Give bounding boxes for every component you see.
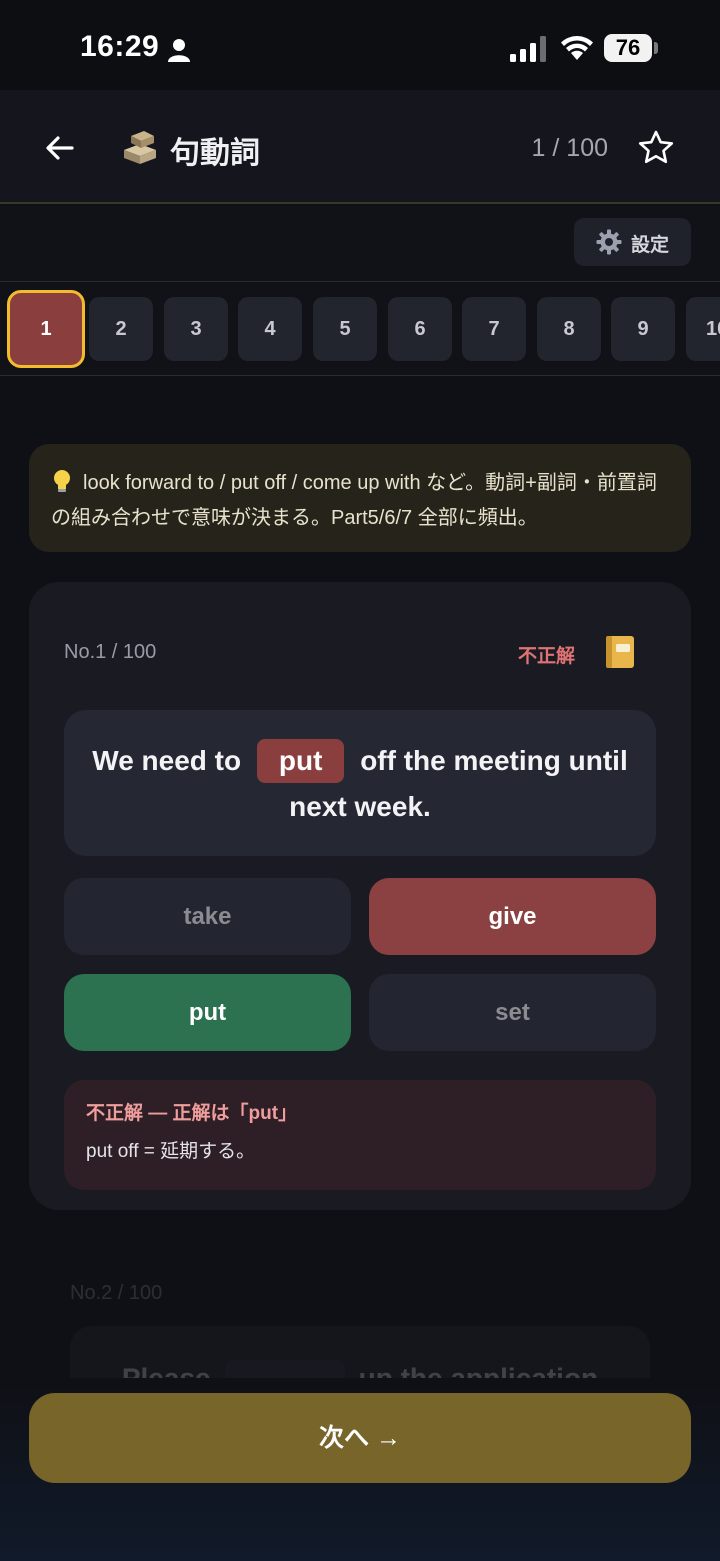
next-button[interactable]: 次へ →: [29, 1393, 691, 1483]
building-blocks-icon: [124, 131, 156, 164]
option-button-put[interactable]: put: [64, 974, 351, 1051]
settings-row: 設定: [0, 206, 720, 282]
star-icon[interactable]: [636, 128, 676, 168]
feedback-text: put off = 延期する。: [86, 1141, 256, 1162]
settings-label: 設定: [631, 235, 670, 256]
sentence-before: We need to: [92, 745, 242, 776]
cellular-signal-icon: [510, 36, 546, 62]
app-header: 句動詞 1 / 100: [0, 90, 720, 204]
progress-counter: 1 / 100: [531, 134, 608, 162]
question-number-label: No.1 / 100: [64, 641, 157, 663]
option-button-take[interactable]: take: [64, 878, 351, 955]
next-question-preview: No.2 / 100 Please up the application: [29, 1240, 691, 1380]
question-number-button[interactable]: 2: [89, 297, 153, 361]
question-number-button[interactable]: 9: [611, 297, 675, 361]
question-number-button[interactable]: 4: [238, 297, 302, 361]
notebook-icon[interactable]: [603, 634, 637, 670]
question-number-button[interactable]: 5: [313, 297, 377, 361]
battery-level: 76: [604, 34, 652, 62]
question-card: No.1 / 100 不正解 We need to put off the me…: [29, 582, 691, 1210]
next-blank: [224, 1360, 345, 1380]
back-arrow-icon[interactable]: [40, 128, 80, 168]
settings-button[interactable]: 設定: [574, 218, 691, 266]
question-number-button[interactable]: 7: [462, 297, 526, 361]
hint-text: look forward to / put off / come up with…: [51, 472, 657, 529]
lightbulb-icon: [54, 470, 70, 492]
question-sentence: We need to put off the meeting until nex…: [64, 710, 656, 856]
status-bar: 16:29 76: [0, 0, 720, 90]
feedback-title: 不正解 — 正解は「put」: [86, 1103, 298, 1124]
question-number-button[interactable]: 8: [537, 297, 601, 361]
person-icon: [168, 39, 190, 62]
option-button-set[interactable]: set: [369, 974, 656, 1051]
feedback-box: 不正解 — 正解は「put」 put off = 延期する。: [64, 1080, 656, 1190]
option-button-give[interactable]: give: [369, 878, 656, 955]
hint-box: look forward to / put off / come up with…: [29, 444, 691, 552]
next-question-sentence: Please up the application: [70, 1326, 650, 1380]
question-number-button[interactable]: 3: [164, 297, 228, 361]
question-number-button[interactable]: 1: [7, 290, 85, 368]
page-title: 句動詞: [170, 137, 260, 170]
question-number-button[interactable]: 6: [388, 297, 452, 361]
next-question-number: No.2 / 100: [70, 1282, 163, 1304]
battery-tip: [654, 42, 658, 54]
result-badge: 不正解: [518, 646, 576, 667]
status-time: 16:29: [80, 30, 160, 63]
gear-icon: [596, 229, 622, 255]
question-number-button[interactable]: 10: [686, 297, 720, 361]
blank-answer: put: [256, 739, 345, 783]
wifi-icon: [561, 36, 593, 60]
question-number-row: 1 2 3 4 5 6 7 8 9 10: [0, 283, 720, 376]
